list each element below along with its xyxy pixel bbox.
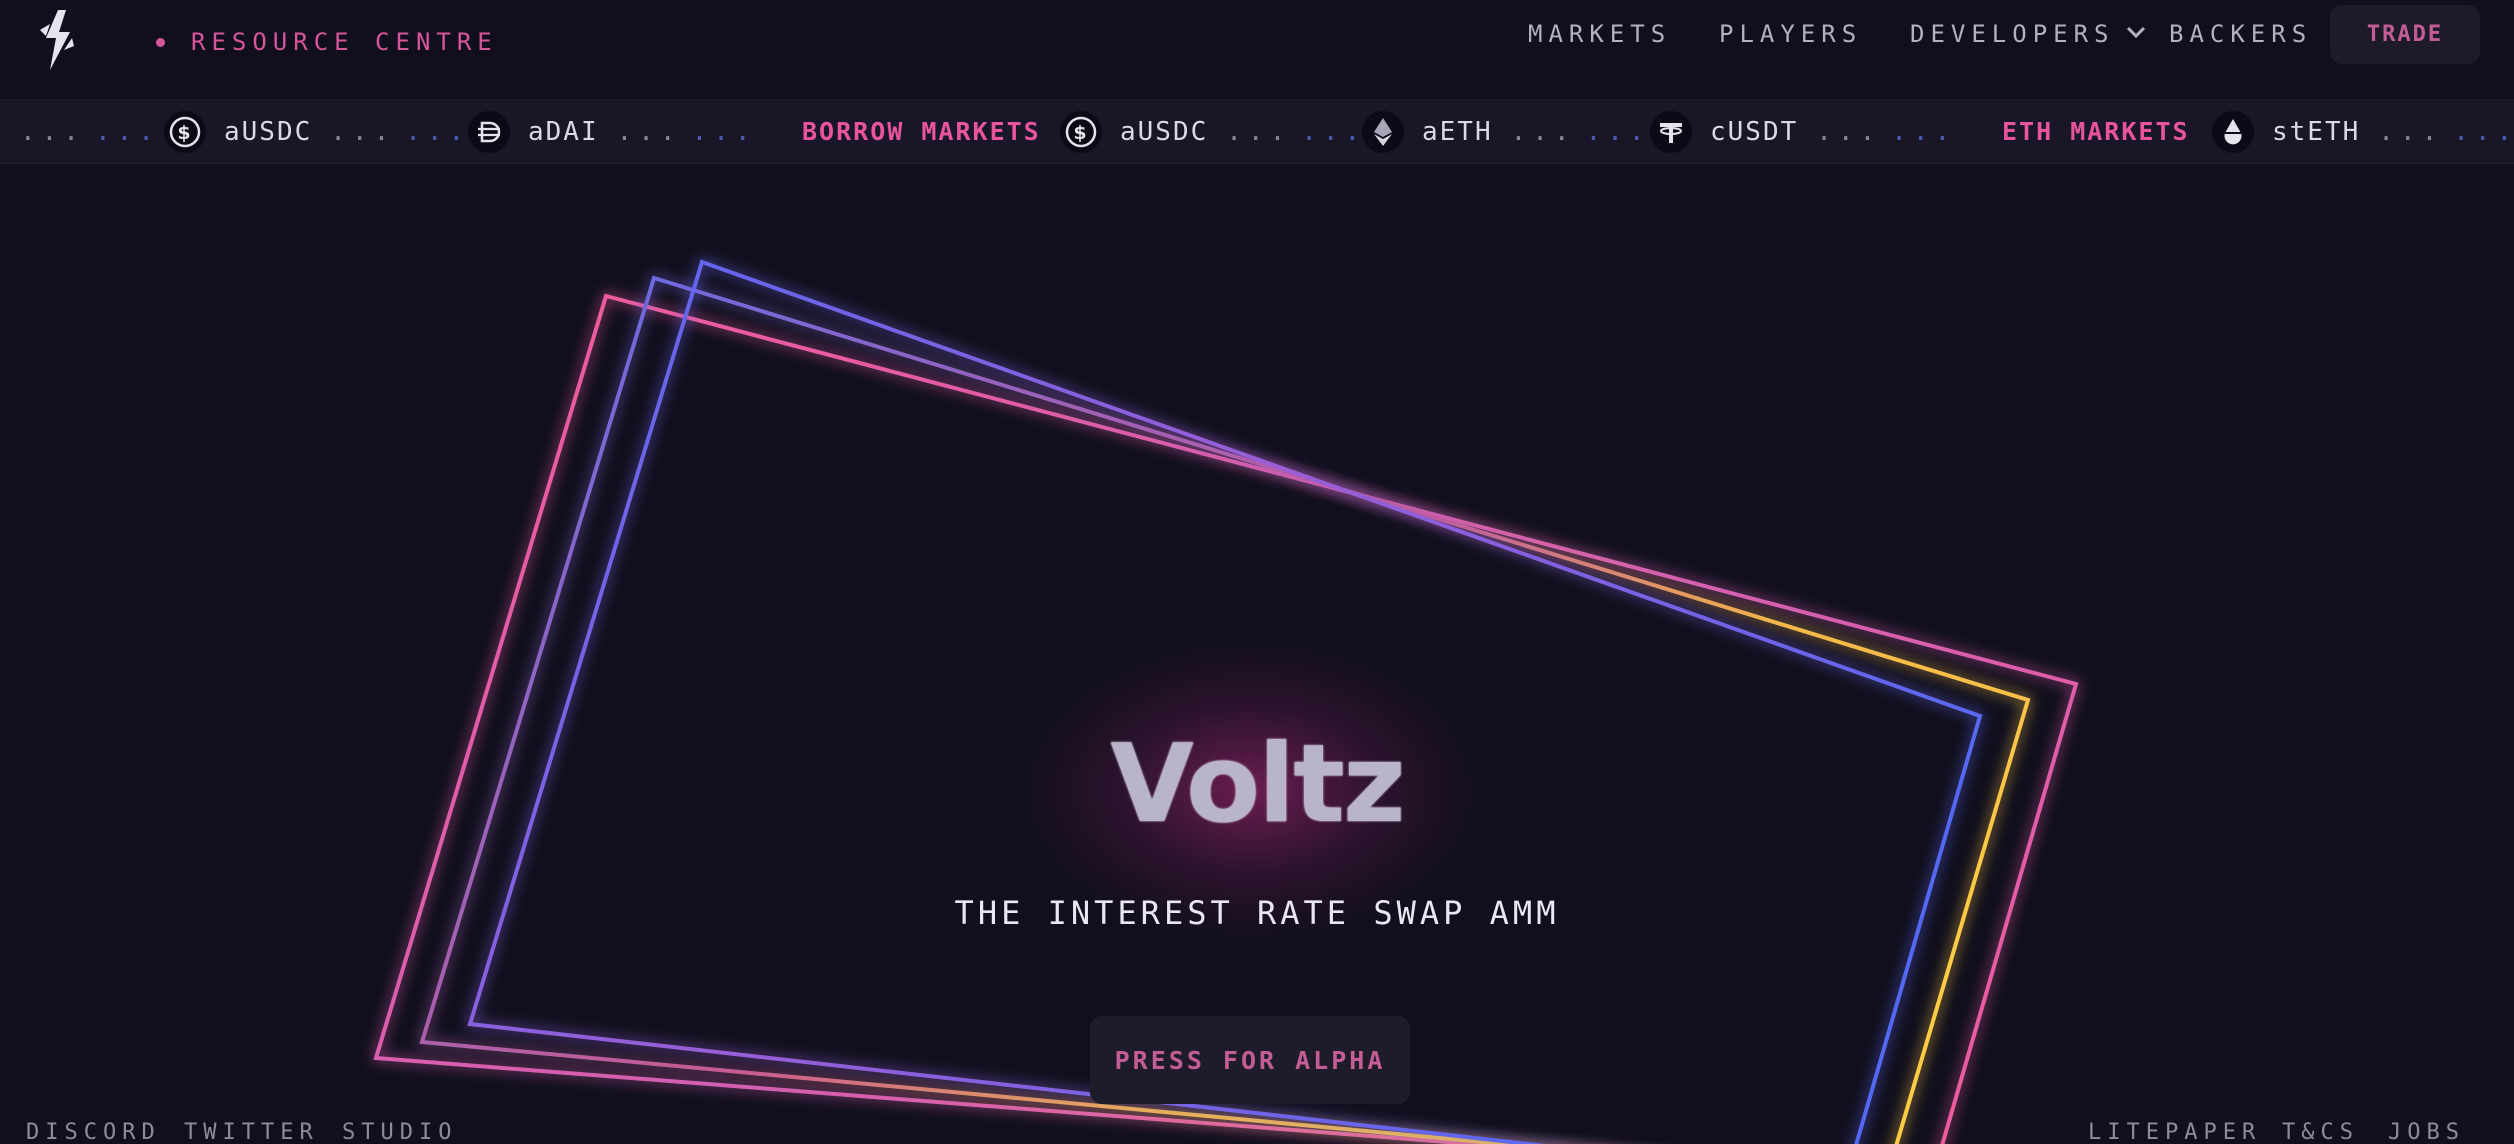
ticker-dots-blue: ... — [691, 116, 757, 147]
ticker-heading-borrow-markets[interactable]: BORROW MARKETS — [802, 100, 1041, 163]
ticker-label: aETH — [1422, 116, 1493, 147]
ticker-dots-blue: ... — [405, 116, 471, 147]
neon-frame-graphic — [373, 259, 2079, 1144]
footer-link-studio[interactable]: STUDIO — [342, 1120, 457, 1144]
ticker-item-aeth[interactable]: aETH ... ... — [1362, 100, 1651, 163]
ticker-dots: ... — [20, 116, 85, 147]
footer-link-tcs[interactable]: T&CS — [2282, 1120, 2359, 1144]
footer-link-litepaper[interactable]: LITEPAPER — [2088, 1120, 2261, 1144]
ticker-item-steth[interactable]: stETH ... ... — [2212, 100, 2514, 163]
resource-centre-label: RESOURCE CENTRE — [191, 28, 498, 56]
ticker-dots-blue: ... — [1585, 116, 1651, 147]
footer-link-discord[interactable]: DISCORD — [26, 1120, 161, 1144]
chevron-down-icon — [2126, 26, 2145, 39]
usdt-coin-icon — [1650, 110, 1692, 153]
ticker-dots: ... — [330, 116, 396, 147]
nav-developers[interactable]: DEVELOPERS — [1910, 20, 2147, 48]
ticker-item-adai[interactable]: aDAI ... ... — [468, 100, 757, 163]
ticker-dots: ... — [2378, 116, 2444, 147]
ticker-item-ausdc[interactable]: $ aUSDC ... ... — [164, 100, 470, 163]
dai-coin-icon — [468, 110, 510, 153]
bullet-dot-icon — [156, 37, 165, 47]
market-ticker: ... ... $ aUSDC ... ... aDAI ... ... BOR… — [0, 99, 2514, 164]
nav-markets[interactable]: MARKETS — [1528, 20, 1671, 48]
top-header: RESOURCE CENTRE MARKETS PLAYERS DEVELOPE… — [0, 0, 2514, 96]
ticker-label: aDAI — [528, 116, 599, 147]
steth-coin-icon — [2212, 110, 2254, 153]
ticker-dots: ... — [1510, 116, 1576, 147]
nav-developers-label: DEVELOPERS — [1910, 20, 2115, 48]
nav-backers[interactable]: BACKERS — [2169, 20, 2312, 48]
ticker-dots-blue: ... — [1301, 116, 1367, 147]
svg-text:$: $ — [1073, 122, 1088, 144]
ticker-dots-blue: ... — [94, 116, 160, 147]
footer-link-jobs[interactable]: JOBS — [2388, 1120, 2465, 1144]
ticker-lead: ... ... — [20, 100, 160, 163]
svg-text:$: $ — [177, 122, 192, 144]
ticker-dots: ... — [1226, 116, 1292, 147]
ticker-dots-blue: ... — [2453, 116, 2514, 147]
ticker-dots: ... — [1816, 116, 1882, 147]
press-for-alpha-button[interactable]: PRESS FOR ALPHA — [1090, 1016, 1410, 1104]
ticker-label: aUSDC — [1120, 116, 1209, 147]
nav-players[interactable]: PLAYERS — [1719, 20, 1862, 48]
eth-coin-icon — [1362, 110, 1404, 153]
hero-title: Voltz — [1110, 722, 1405, 847]
page: RESOURCE CENTRE MARKETS PLAYERS DEVELOPE… — [0, 0, 2514, 1144]
footer-link-twitter[interactable]: TWITTER — [184, 1120, 319, 1144]
ticker-item-ausdc-borrow[interactable]: $ aUSDC ... ... — [1060, 100, 1366, 163]
ticker-label: cUSDT — [1710, 116, 1799, 147]
ticker-dots-blue: ... — [1891, 116, 1957, 147]
ticker-dots: ... — [616, 116, 682, 147]
usdc-coin-icon: $ — [164, 110, 206, 153]
trade-button[interactable]: TRADE — [2330, 5, 2480, 64]
ticker-label: stETH — [2272, 116, 2361, 147]
ticker-item-cusdt[interactable]: cUSDT ... ... — [1650, 100, 1956, 163]
voltz-logo-icon[interactable] — [32, 8, 80, 72]
resource-centre-link[interactable]: RESOURCE CENTRE — [156, 28, 498, 56]
hero-subtitle: THE INTEREST RATE SWAP AMM — [954, 894, 1560, 932]
usdc-coin-icon: $ — [1060, 110, 1102, 153]
ticker-heading-eth-markets[interactable]: ETH MARKETS — [2002, 100, 2190, 163]
ticker-label: aUSDC — [224, 116, 313, 147]
